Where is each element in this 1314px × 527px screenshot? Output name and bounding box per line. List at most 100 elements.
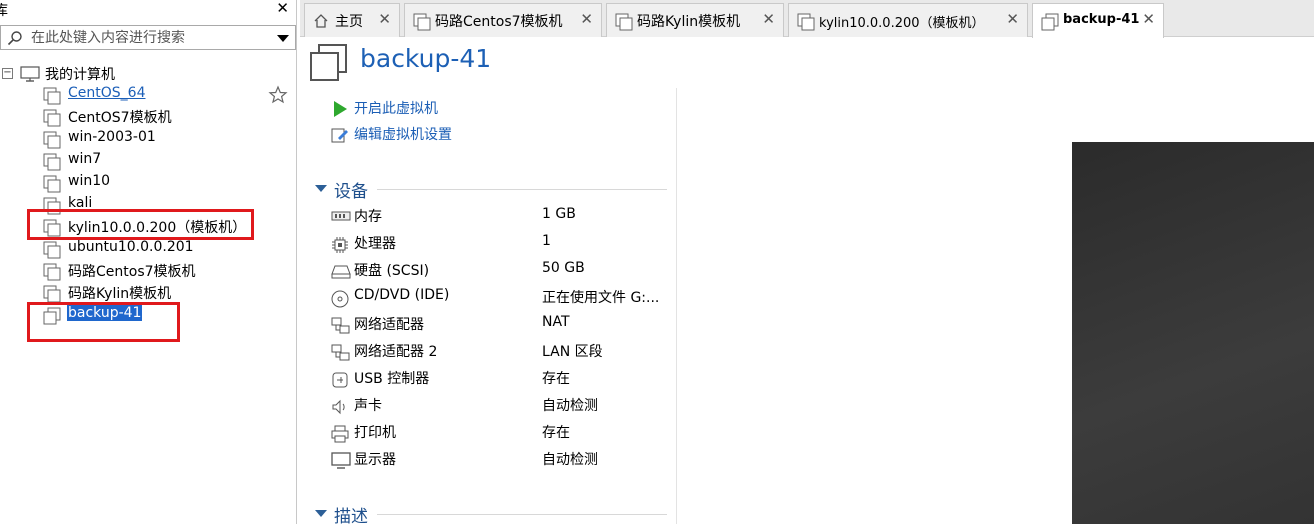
speaker-icon [332, 399, 345, 415]
library-title: 库 [0, 3, 8, 19]
tree-item-label: win7 [68, 151, 102, 167]
tab-malu-kylin[interactable]: 码路Kylin模板机 ✕ [606, 3, 784, 37]
library-panel: 库 ✕ − 我的计算机 CentOS_64 CentOS7模板机 [0, 0, 297, 524]
device-name: 内存 [354, 209, 382, 225]
section-label: 描述 [334, 507, 368, 527]
vm-large-icon [310, 44, 347, 81]
tree-item-label: 码路Kylin模板机 [68, 286, 172, 302]
device-value: 自动检测 [542, 452, 598, 468]
device-row-display[interactable]: 显示器 自动检测 [331, 449, 671, 471]
device-name: 网络适配器 [354, 317, 424, 333]
monitor-icon [331, 452, 351, 469]
annotation-highlight-box [27, 209, 254, 240]
action-label: 开启此虚拟机 [354, 101, 438, 117]
network-icon [331, 344, 350, 361]
tree-item-label: win-2003-01 [68, 129, 156, 145]
home-icon [314, 14, 328, 28]
close-icon[interactable]: ✕ [378, 10, 391, 28]
usb-icon [332, 372, 348, 388]
device-value: NAT [542, 314, 570, 330]
device-name: USB 控制器 [354, 371, 430, 387]
vm-icon [43, 109, 61, 127]
vm-icon [413, 13, 431, 31]
collapse-triangle-icon[interactable] [315, 510, 327, 517]
vm-clone-icon [1041, 13, 1059, 31]
device-row-cpu[interactable]: 处理器 1 [331, 233, 671, 255]
tab-label: 主页 [335, 14, 363, 30]
search-icon [7, 31, 22, 46]
device-row-network[interactable]: 网络适配器 NAT [331, 314, 671, 336]
chevron-down-icon[interactable] [277, 35, 289, 42]
vm-icon [43, 175, 61, 193]
collapse-triangle-icon[interactable] [315, 185, 327, 192]
tree-root-label: 我的计算机 [45, 67, 115, 83]
device-name: 硬盘 (SCSI) [354, 263, 430, 279]
tab-home[interactable]: 主页 ✕ [304, 3, 400, 37]
close-icon[interactable]: ✕ [1142, 10, 1155, 28]
device-row-memory[interactable]: 内存 1 GB [331, 206, 671, 228]
device-row-cd[interactable]: CD/DVD (IDE) 正在使用文件 G:... [331, 287, 671, 309]
device-row-sound[interactable]: 声卡 自动检测 [331, 395, 671, 417]
device-value: 存在 [542, 425, 570, 441]
cd-icon [331, 290, 349, 308]
close-icon[interactable]: ✕ [1006, 10, 1019, 28]
tree-root-my-computer[interactable]: − 我的计算机 [2, 64, 202, 84]
device-name: 打印机 [354, 425, 396, 441]
column-divider [676, 88, 677, 524]
printer-icon [331, 425, 349, 443]
device-value: 1 GB [542, 206, 576, 222]
computer-icon [20, 66, 40, 82]
vm-icon [43, 131, 61, 149]
collapse-icon[interactable]: − [2, 68, 13, 79]
device-name: 网络适配器 2 [354, 344, 438, 360]
device-value: 1 [542, 233, 551, 249]
vm-icon [43, 241, 61, 259]
network-icon [331, 317, 350, 334]
vm-icon [43, 87, 61, 105]
device-value: 正在使用文件 G:... [542, 290, 660, 306]
vm-title: backup-41 [360, 44, 492, 73]
device-row-network-2[interactable]: 网络适配器 2 LAN 区段 [331, 341, 671, 363]
tab-kylin-template[interactable]: kylin10.0.0.200（模板机） ✕ [788, 3, 1028, 37]
vm-icon [615, 13, 633, 31]
device-row-disk[interactable]: 硬盘 (SCSI) 50 GB [331, 260, 671, 282]
device-value: 存在 [542, 371, 570, 387]
divider [377, 514, 667, 515]
library-search[interactable] [0, 25, 296, 50]
disk-icon [331, 265, 351, 279]
tab-malu-centos7[interactable]: 码路Centos7模板机 ✕ [404, 3, 602, 37]
device-value: LAN 区段 [542, 344, 603, 360]
tab-backup-41[interactable]: backup-41 ✕ [1032, 3, 1164, 38]
device-row-printer[interactable]: 打印机 存在 [331, 422, 671, 444]
close-icon[interactable]: ✕ [276, 0, 289, 17]
tree-item-label: CentOS_64 [68, 85, 146, 101]
device-value: 自动检测 [542, 398, 598, 414]
vm-screen-preview[interactable] [1072, 142, 1314, 524]
vm-icon [43, 153, 61, 171]
device-name: 处理器 [354, 236, 396, 252]
tree-item-label: 码路Centos7模板机 [68, 264, 196, 280]
tab-bar: 主页 ✕ 码路Centos7模板机 ✕ 码路Kylin模板机 ✕ kylin10… [300, 0, 1314, 38]
device-row-usb[interactable]: USB 控制器 存在 [331, 368, 671, 390]
search-input[interactable] [31, 28, 261, 47]
library-header: 库 ✕ [0, 0, 297, 22]
tab-label: 码路Centos7模板机 [435, 14, 563, 30]
vm-icon [797, 13, 815, 31]
section-label: 设备 [334, 182, 368, 202]
annotation-highlight-box [27, 302, 180, 342]
star-icon[interactable] [268, 85, 288, 105]
device-name: 声卡 [354, 398, 382, 414]
device-name: 显示器 [354, 452, 396, 468]
cpu-icon [332, 237, 348, 253]
divider [377, 189, 667, 190]
description-section-header[interactable]: 描述 [315, 502, 667, 527]
vm-icon [43, 285, 61, 303]
tree-item-label: win10 [68, 173, 111, 189]
tab-label: kylin10.0.0.200（模板机） [819, 16, 985, 31]
devices-section-header[interactable]: 设备 [315, 177, 667, 202]
vm-summary-pane: backup-41 开启此虚拟机 编辑虚拟机设置 设备 内存 1 GB 处理器 … [301, 38, 1314, 527]
close-icon[interactable]: ✕ [762, 10, 775, 28]
edit-settings-icon [331, 128, 348, 143]
memory-icon [331, 211, 351, 221]
close-icon[interactable]: ✕ [580, 10, 593, 28]
